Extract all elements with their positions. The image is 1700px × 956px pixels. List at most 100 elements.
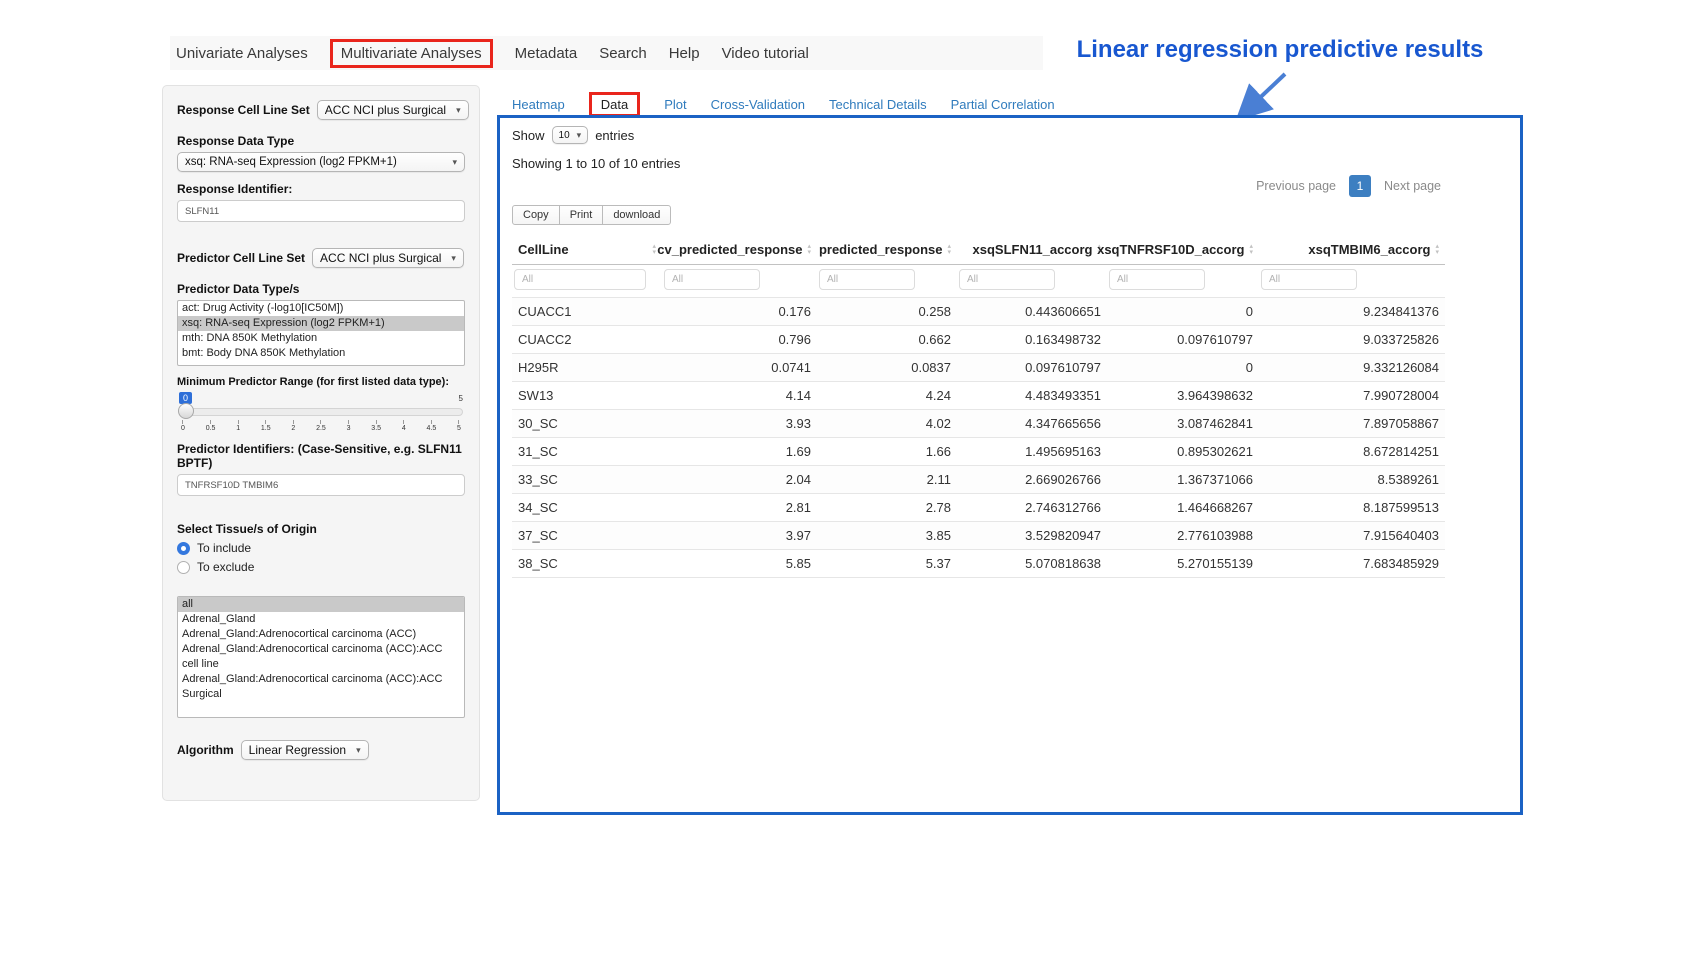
list-option-all[interactable]: all: [178, 597, 464, 612]
nav-item-video-tutorial[interactable]: Video tutorial: [722, 45, 809, 62]
slider-max-value: 5: [459, 394, 463, 403]
cell-value: 4.347665656: [957, 410, 1107, 438]
tab-cross-validation[interactable]: Cross-Validation: [711, 97, 805, 112]
list-option-adrenal-gland[interactable]: Adrenal_Gland: [178, 612, 464, 627]
result-tabs: Heatmap Data Plot Cross-Validation Technical…: [512, 92, 1055, 117]
response-cell-line-set-label: Response Cell Line Set: [177, 103, 310, 117]
slider-handle[interactable]: [178, 403, 194, 419]
tick-label: 4.5: [427, 425, 437, 432]
show-entries-select[interactable]: 10 ▾: [552, 126, 589, 144]
slider-tick: 4.5: [427, 420, 437, 432]
list-option-bmt-body-dna-850k-methylation[interactable]: bmt: Body DNA 850K Methylation: [178, 346, 464, 361]
sort-icon[interactable]: ▴▾: [947, 244, 951, 256]
cell-value: 0.796: [662, 326, 817, 354]
algorithm-select[interactable]: Linear Regression ▾: [241, 740, 369, 760]
list-option-act-drug-activity-log10-ic50m[interactable]: act: Drug Activity (-log10[IC50M]): [178, 301, 464, 316]
tab-partial-correlation[interactable]: Partial Correlation: [951, 97, 1055, 112]
predictor-cell-line-set-select[interactable]: ACC NCI plus Surgical ▾: [312, 248, 464, 268]
min-predictor-range-slider[interactable]: 0 5 00.511.522.533.544.55: [179, 392, 463, 432]
tick-label: 4: [402, 425, 406, 432]
list-option-xsq-rna-seq-expression-log2-fpkm-1[interactable]: xsq: RNA-seq Expression (log2 FPKM+1): [178, 316, 464, 331]
nav-item-metadata[interactable]: Metadata: [515, 45, 578, 62]
cell-value: 0.258: [817, 298, 957, 326]
response-cell-line-set-select[interactable]: ACC NCI plus Surgical ▾: [317, 100, 469, 120]
column-header-predicted-response[interactable]: predicted_response▴▾: [817, 235, 957, 265]
response-data-type-select[interactable]: xsq: RNA-seq Expression (log2 FPKM+1) ▾: [177, 152, 465, 172]
filter-input-cellline[interactable]: [514, 269, 646, 290]
download-button[interactable]: download: [602, 205, 671, 225]
nav-item-help[interactable]: Help: [669, 45, 700, 62]
tick-mark: [376, 420, 377, 424]
print-button[interactable]: Print: [559, 205, 604, 225]
next-page-button[interactable]: Next page: [1380, 175, 1445, 197]
slider-tick: 3: [347, 420, 351, 432]
response-identifier-input[interactable]: [177, 200, 465, 222]
cell-value: 9.234841376: [1259, 298, 1445, 326]
predictor-data-type-list[interactable]: act: Drug Activity (-log10[IC50M])xsq: R…: [177, 300, 465, 366]
cell-value: 0.097610797: [1107, 326, 1259, 354]
results-panel: Show 10 ▾ entries Showing 1 to 10 of 10 …: [497, 115, 1523, 815]
chevron-down-icon: ▾: [577, 131, 582, 140]
column-header-xsqslfn11-accorg[interactable]: xsqSLFN11_accorg▴▾: [957, 235, 1107, 265]
radio-selected-icon: [177, 542, 190, 555]
tissue-include-label: To include: [197, 541, 251, 555]
tissue-include-radio[interactable]: To include: [177, 541, 465, 555]
filter-input-xsqslfn11-accorg[interactable]: [959, 269, 1055, 290]
copy-button[interactable]: Copy: [512, 205, 560, 225]
predictor-cell-line-set-value: ACC NCI plus Surgical: [320, 251, 441, 265]
cell-value: 7.897058867: [1259, 410, 1445, 438]
list-option-adrenal-gland-adrenocortical-carcinoma-acc[interactable]: Adrenal_Gland:Adrenocortical carcinoma (…: [178, 627, 464, 642]
cell-value: 3.087462841: [1107, 410, 1259, 438]
tissue-exclude-radio[interactable]: To exclude: [177, 560, 465, 574]
results-table: CellLine▴▾cv_predicted_response▴▾predict…: [512, 235, 1445, 578]
tick-label: 1.5: [261, 425, 271, 432]
nav-item-search[interactable]: Search: [599, 45, 647, 62]
tab-data[interactable]: Data: [589, 92, 640, 117]
sort-icon[interactable]: ▴▾: [652, 244, 656, 256]
table-row: 34_SC2.812.782.7463127661.4646682678.187…: [512, 494, 1445, 522]
tick-mark: [348, 420, 349, 424]
list-option-mth-dna-850k-methylation[interactable]: mth: DNA 850K Methylation: [178, 331, 464, 346]
filter-input-xsqtmbim6-accorg[interactable]: [1261, 269, 1357, 290]
page-1-button[interactable]: 1: [1349, 175, 1371, 197]
tab-technical-details[interactable]: Technical Details: [829, 97, 927, 112]
tissue-list[interactable]: allAdrenal_GlandAdrenal_Gland:Adrenocort…: [177, 596, 465, 718]
column-header-xsqtnfrsf10d-accorg[interactable]: xsqTNFRSF10D_accorg▴▾: [1107, 235, 1259, 265]
list-option-adrenal-gland-adrenocortical-carcinoma-acc-acc-s[interactable]: Adrenal_Gland:Adrenocortical carcinoma (…: [178, 672, 464, 702]
nav-item-multivariate-analyses[interactable]: Multivariate Analyses: [330, 39, 493, 68]
tab-heatmap[interactable]: Heatmap: [512, 97, 565, 112]
slider-track[interactable]: [179, 408, 463, 416]
predictor-identifiers-input[interactable]: [177, 474, 465, 496]
sort-icon[interactable]: ▴▾: [1249, 244, 1253, 256]
chevron-down-icon: ▾: [456, 106, 461, 115]
annotation-title: Linear regression predictive results: [1060, 36, 1500, 64]
cell-line-name: 37_SC: [512, 522, 662, 550]
predictor-identifiers-label: Predictor Identifiers: (Case-Sensitive, …: [177, 442, 465, 470]
column-header-xsqtmbim6-accorg[interactable]: xsqTMBIM6_accorg▴▾: [1259, 235, 1445, 265]
cell-value: 0: [1107, 298, 1259, 326]
table-row: 37_SC3.973.853.5298209472.7761039887.915…: [512, 522, 1445, 550]
column-header-cv-predicted-response[interactable]: cv_predicted_response▴▾: [662, 235, 817, 265]
sort-icon[interactable]: ▴▾: [1435, 244, 1439, 256]
sort-icon[interactable]: ▴▾: [807, 244, 811, 256]
cell-value: 3.85: [817, 522, 957, 550]
cell-line-name: CUACC1: [512, 298, 662, 326]
table-buttons: CopyPrintdownload: [512, 205, 1445, 225]
nav-item-univariate-analyses[interactable]: Univariate Analyses: [176, 45, 308, 62]
response-cell-line-set-value: ACC NCI plus Surgical: [325, 103, 446, 117]
sidebar-form: Response Cell Line Set ACC NCI plus Surg…: [162, 85, 480, 801]
tab-plot[interactable]: Plot: [664, 97, 686, 112]
column-header-cellline[interactable]: CellLine▴▾: [512, 235, 662, 265]
filter-input-xsqtnfrsf10d-accorg[interactable]: [1109, 269, 1205, 290]
cell-value: 5.37: [817, 550, 957, 578]
filter-input-predicted-response[interactable]: [819, 269, 915, 290]
cell-line-name: 38_SC: [512, 550, 662, 578]
list-option-adrenal-gland-adrenocortical-carcinoma-acc-acc-c[interactable]: Adrenal_Gland:Adrenocortical carcinoma (…: [178, 642, 464, 672]
previous-page-button[interactable]: Previous page: [1252, 175, 1340, 197]
show-entries-value: 10: [559, 130, 570, 141]
filter-input-cv-predicted-response[interactable]: [664, 269, 760, 290]
min-predictor-range-label: Minimum Predictor Range (for first liste…: [177, 376, 465, 388]
table-row: 31_SC1.691.661.4956951630.8953026218.672…: [512, 438, 1445, 466]
chevron-down-icon: ▾: [452, 158, 457, 167]
column-label: xsqTNFRSF10D_accorg: [1097, 242, 1244, 257]
